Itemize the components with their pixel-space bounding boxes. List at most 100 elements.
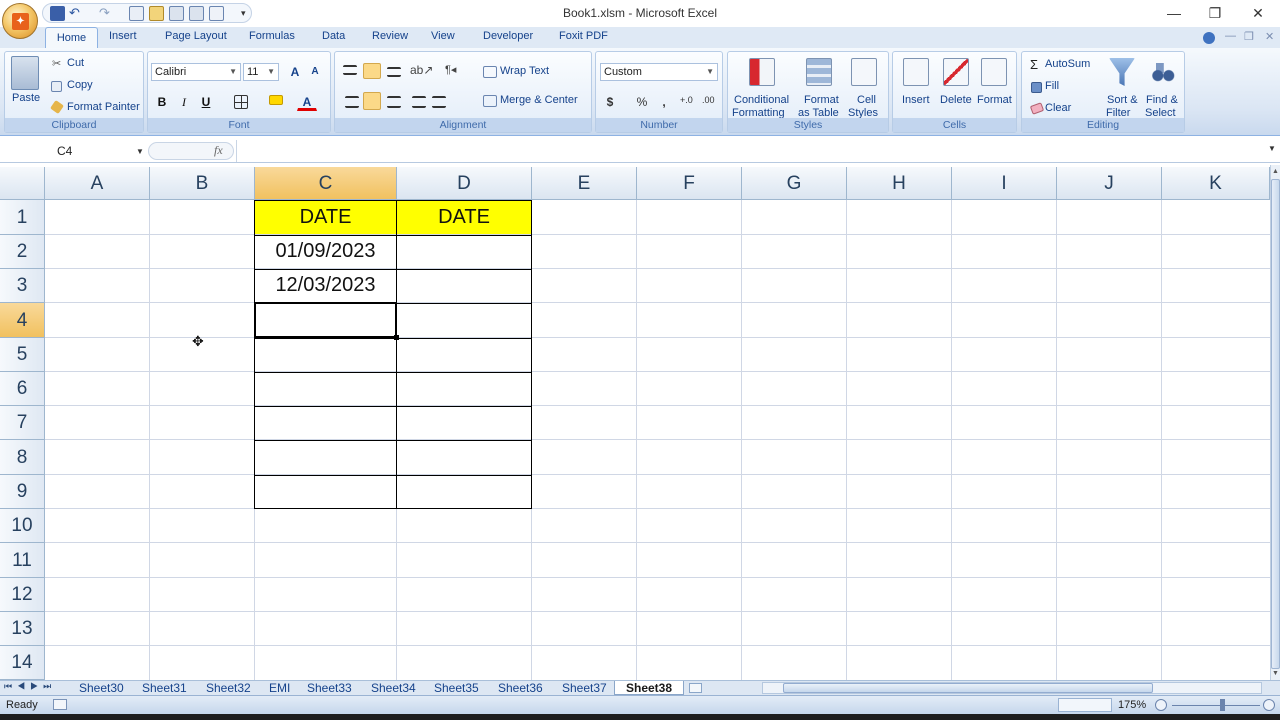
increase-indent-icon[interactable] (432, 96, 446, 108)
decrease-indent-icon[interactable] (412, 96, 426, 108)
row-header-10[interactable]: 10 (0, 509, 45, 543)
sheet-tab[interactable]: Sheet37 (562, 681, 607, 695)
copy-button[interactable]: Copy (67, 79, 93, 91)
zoom-slider[interactable] (1172, 705, 1260, 706)
format-as-table-icon[interactable] (806, 58, 832, 86)
column-header-f[interactable]: F (637, 167, 742, 200)
help-icon[interactable] (1203, 32, 1215, 44)
horizontal-scrollbar[interactable] (762, 682, 1262, 694)
row-header-12[interactable]: 12 (0, 578, 45, 612)
align-right-icon[interactable] (387, 96, 401, 108)
sort-filter-icon[interactable] (1109, 58, 1135, 86)
sheet-tab-active[interactable]: Sheet38 (614, 681, 684, 695)
column-header-a[interactable]: A (45, 167, 150, 200)
format-painter-button[interactable]: Format Painter (67, 101, 140, 113)
tab-home[interactable]: Home (45, 27, 98, 48)
delete-cells-button[interactable]: Delete (940, 94, 972, 106)
spelling-icon[interactable] (209, 6, 224, 21)
tab-review[interactable]: Review (372, 30, 408, 42)
row-header-5[interactable]: 5 (0, 338, 45, 372)
row-header-3[interactable]: 3 (0, 269, 45, 303)
underline-button[interactable]: U (196, 92, 216, 111)
active-cell-c4[interactable] (254, 302, 397, 338)
customize-qat-icon[interactable]: ▾ (241, 6, 256, 21)
print-icon[interactable] (189, 6, 204, 21)
horizontal-scroll-thumb[interactable] (783, 683, 1153, 693)
vertical-scrollbar[interactable]: ▲ ▼ (1270, 165, 1280, 680)
sort-filter-label-1[interactable]: Sort & (1107, 94, 1138, 106)
formula-input[interactable] (236, 140, 1266, 162)
redo-icon[interactable]: ↷ (99, 6, 114, 21)
sheet-tab[interactable]: Sheet31 (142, 681, 187, 695)
fill-handle[interactable] (394, 335, 399, 340)
paste-icon[interactable] (11, 56, 39, 90)
cell-c2[interactable]: 01/09/2023 (255, 235, 396, 268)
cell-styles-label-1[interactable]: Cell (857, 94, 876, 106)
align-center-icon[interactable] (363, 92, 381, 110)
conditional-formatting-icon[interactable] (749, 58, 775, 86)
row-header-11[interactable]: 11 (0, 543, 45, 578)
sheet-tab[interactable]: Sheet34 (371, 681, 416, 695)
row-header-14[interactable]: 14 (0, 646, 45, 680)
column-header-d[interactable]: D (397, 167, 532, 200)
sheet-tab[interactable]: EMI (269, 681, 290, 695)
insert-cells-button[interactable]: Insert (902, 94, 930, 106)
vertical-scroll-thumb[interactable] (1271, 179, 1280, 669)
cell-styles-icon[interactable] (851, 58, 877, 86)
column-header-h[interactable]: H (847, 167, 952, 200)
tab-foxit-pdf[interactable]: Foxit PDF (559, 30, 608, 42)
view-buttons[interactable] (1058, 698, 1112, 712)
column-header-k[interactable]: K (1162, 167, 1270, 200)
minimize-button[interactable]: — (1159, 4, 1189, 22)
grow-font-button[interactable]: A (285, 62, 305, 81)
sheet-tab[interactable]: Sheet35 (434, 681, 479, 695)
font-size-combo[interactable]: 11 ▼ (243, 63, 279, 81)
align-left-icon[interactable] (345, 96, 359, 108)
tab-view[interactable]: View (431, 30, 455, 42)
insert-sheet-icon[interactable] (689, 683, 702, 693)
align-bottom-icon[interactable] (387, 67, 401, 77)
cut-button[interactable]: Cut (67, 57, 84, 69)
row-header-6[interactable]: 6 (0, 372, 45, 406)
borders-icon[interactable] (234, 95, 248, 109)
sheet-tab[interactable]: Sheet33 (307, 681, 352, 695)
paste-button[interactable]: Paste (12, 92, 40, 104)
format-as-table-label-1[interactable]: Format (804, 94, 839, 106)
binoculars-icon[interactable] (1150, 60, 1176, 86)
increase-decimal-icon[interactable]: +.0 (680, 95, 693, 105)
open-icon[interactable] (149, 6, 164, 21)
row-header-2[interactable]: 2 (0, 235, 45, 269)
tab-data[interactable]: Data (322, 30, 345, 42)
comma-button[interactable]: , (654, 92, 674, 111)
percent-button[interactable]: % (632, 92, 652, 111)
ribbon-close-icon[interactable]: ✕ (1265, 30, 1274, 43)
tab-developer[interactable]: Developer (483, 30, 533, 42)
font-name-combo[interactable]: Calibri ▼ (151, 63, 241, 81)
ribbon-minimize-icon[interactable]: — (1225, 30, 1236, 42)
scroll-down-icon[interactable]: ▼ (1272, 670, 1279, 677)
macro-record-icon[interactable] (53, 699, 67, 710)
select-all-button[interactable] (0, 167, 45, 200)
tab-insert[interactable]: Insert (109, 30, 137, 42)
delete-cells-icon[interactable] (943, 58, 969, 86)
tab-formulas[interactable]: Formulas (249, 30, 295, 42)
cell-c3[interactable]: 12/03/2023 (255, 269, 396, 302)
conditional-formatting-label-1[interactable]: Conditional (734, 94, 789, 106)
column-header-j[interactable]: J (1057, 167, 1162, 200)
restore-button[interactable]: ❐ (1200, 4, 1230, 22)
row-header-4[interactable]: 4 (0, 303, 45, 338)
number-format-combo[interactable]: Custom ▼ (600, 63, 718, 81)
clear-button[interactable]: Clear (1045, 102, 1071, 114)
column-header-i[interactable]: I (952, 167, 1057, 200)
format-cells-icon[interactable] (981, 58, 1007, 86)
format-cells-button[interactable]: Format (977, 94, 1012, 106)
orientation-icon[interactable]: ab↗ (410, 63, 433, 77)
zoom-in-icon[interactable] (1263, 699, 1275, 711)
worksheet-grid[interactable]: A B C D E F G H I J K 1 2 3 4 5 6 7 8 9 … (0, 167, 1270, 680)
align-top-icon[interactable] (343, 65, 357, 75)
scroll-up-icon[interactable]: ▲ (1272, 168, 1279, 175)
shrink-font-button[interactable]: A (305, 62, 325, 81)
text-direction-icon[interactable]: ¶◂ (445, 63, 456, 76)
cell-c1[interactable]: DATE (255, 201, 396, 234)
column-header-c[interactable]: C (255, 167, 397, 200)
